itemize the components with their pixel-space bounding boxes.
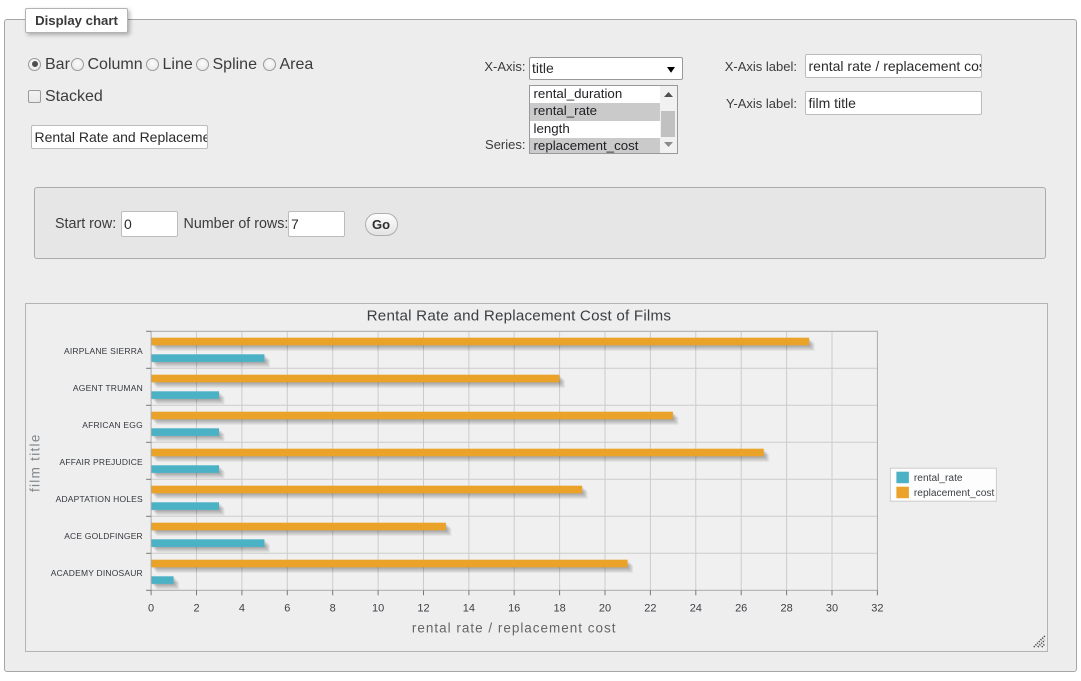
- svg-text:ADAPTATION HOLES: ADAPTATION HOLES: [55, 494, 142, 504]
- svg-text:AFRICAN EGG: AFRICAN EGG: [82, 420, 143, 430]
- svg-text:26: 26: [735, 602, 747, 614]
- svg-text:18: 18: [553, 602, 565, 614]
- svg-text:12: 12: [417, 602, 429, 614]
- svg-text:4: 4: [238, 602, 244, 614]
- svg-text:24: 24: [689, 602, 701, 614]
- svg-text:2: 2: [193, 602, 199, 614]
- svg-text:14: 14: [462, 602, 474, 614]
- svg-text:28: 28: [780, 602, 792, 614]
- svg-text:rental rate / replacement cost: rental rate / replacement cost: [411, 620, 616, 635]
- svg-text:replacement_cost: replacement_cost: [913, 488, 994, 499]
- svg-text:10: 10: [372, 602, 384, 614]
- svg-text:AGENT TRUMAN: AGENT TRUMAN: [73, 383, 143, 393]
- svg-text:Rental Rate and Replacement Co: Rental Rate and Replacement Cost of Film…: [366, 307, 671, 324]
- svg-text:30: 30: [825, 602, 837, 614]
- svg-text:AFFAIR PREJUDICE: AFFAIR PREJUDICE: [59, 457, 142, 467]
- svg-text:AIRPLANE SIERRA: AIRPLANE SIERRA: [64, 346, 143, 356]
- svg-text:16: 16: [508, 602, 520, 614]
- svg-text:8: 8: [329, 602, 335, 614]
- svg-text:film title: film title: [27, 433, 42, 492]
- svg-text:ACE GOLDFINGER: ACE GOLDFINGER: [64, 531, 143, 541]
- svg-text:22: 22: [644, 602, 656, 614]
- svg-text:32: 32: [871, 602, 883, 614]
- svg-text:20: 20: [598, 602, 610, 614]
- svg-text:ACADEMY DINOSAUR: ACADEMY DINOSAUR: [50, 568, 142, 578]
- svg-text:rental_rate: rental_rate: [913, 473, 962, 484]
- svg-text:0: 0: [148, 602, 154, 614]
- svg-text:6: 6: [284, 602, 290, 614]
